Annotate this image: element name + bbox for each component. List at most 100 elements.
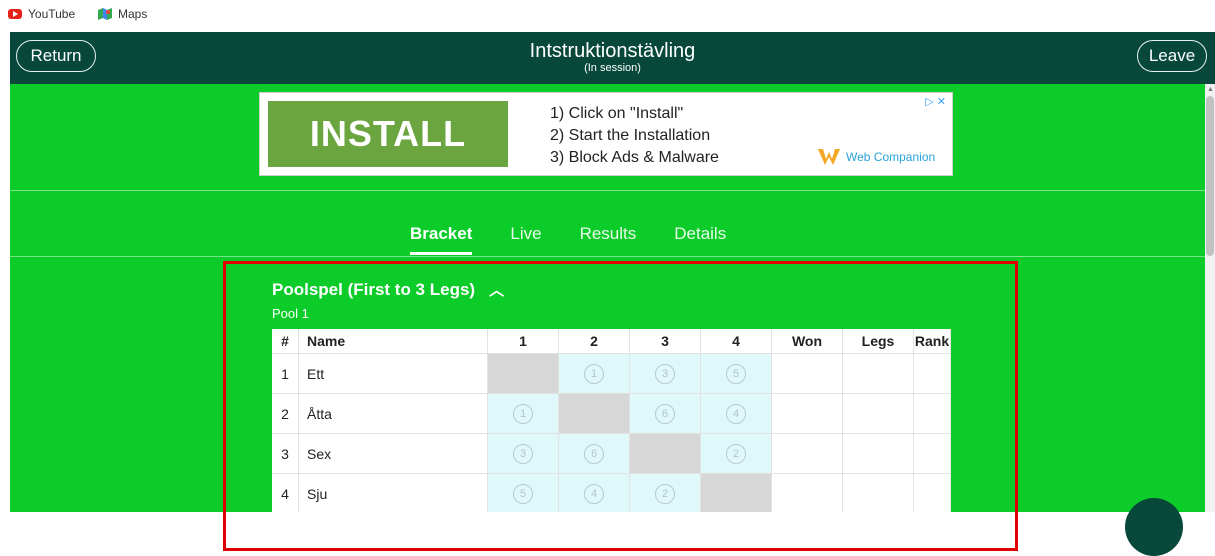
col-header: 3	[629, 329, 701, 354]
match-cell[interactable]: 1	[487, 393, 559, 434]
table-header-row: # Name 1 2 3 4 Won Legs Rank	[272, 329, 951, 354]
player-name: Sju	[298, 473, 488, 512]
match-cell[interactable]: 6	[629, 393, 701, 434]
col-header: Legs	[842, 329, 914, 354]
match-number: 2	[726, 443, 746, 464]
ad-brand-label: Web Companion	[846, 150, 936, 164]
bookmark-label: YouTube	[28, 7, 76, 21]
main-content: INSTALL 1) Click on "Install" 2) Start t…	[10, 84, 1205, 512]
table-row: 4 Sju 5 4 2	[272, 473, 951, 512]
won-cell	[771, 473, 843, 512]
match-number: 6	[584, 443, 604, 464]
rank-cell	[913, 473, 951, 512]
match-number: 1	[513, 403, 533, 424]
session-status: (In session)	[584, 62, 641, 74]
ad-text: 1) Click on "Install" 2) Start the Insta…	[550, 103, 719, 169]
ad-banner[interactable]: INSTALL 1) Click on "Install" 2) Start t…	[259, 92, 953, 176]
tab-details[interactable]: Details	[674, 224, 726, 255]
row-number: 1	[272, 353, 299, 394]
tab-bracket[interactable]: Bracket	[410, 224, 473, 255]
row-number: 2	[272, 393, 299, 434]
app-header: Return Intstruktionstävling (In session)…	[10, 32, 1215, 84]
col-header: Won	[771, 329, 843, 354]
match-cell[interactable]: 3	[629, 353, 701, 394]
floating-action-button[interactable]	[1125, 498, 1183, 556]
match-number: 4	[726, 403, 746, 424]
legs-cell	[842, 433, 914, 474]
maps-icon	[98, 8, 112, 20]
col-header: #	[272, 329, 299, 354]
rank-cell	[913, 393, 951, 434]
bookmark-label: Maps	[118, 7, 148, 21]
ad-line: 2) Start the Installation	[550, 127, 711, 144]
self-cell	[629, 433, 701, 474]
title-block: Intstruktionstävling (In session)	[10, 40, 1215, 74]
section-header[interactable]: Poolspel (First to 3 Legs) ︿	[272, 279, 504, 300]
row-number: 3	[272, 433, 299, 474]
section-title: Poolspel (First to 3 Legs)	[272, 279, 476, 299]
match-cell[interactable]: 4	[558, 473, 630, 512]
ad-line: 1) Click on "Install"	[550, 105, 684, 122]
table-row: 1 Ett 1 3 5	[272, 353, 951, 394]
match-number: 3	[655, 363, 675, 384]
player-name: Sex	[298, 433, 488, 474]
bookmarks-bar: YouTube Maps	[0, 0, 1215, 32]
player-name: Ett	[298, 353, 488, 394]
ad-close-icon[interactable]: ▷ ✕	[925, 95, 946, 108]
pool-table: # Name 1 2 3 4 Won Legs Rank 1 Ett 1 3 5	[272, 329, 951, 512]
scrollbar[interactable]: ▲	[1205, 84, 1215, 512]
match-cell[interactable]: 4	[700, 393, 772, 434]
col-header: 4	[700, 329, 772, 354]
row-number: 4	[272, 473, 299, 512]
col-header: Name	[298, 329, 488, 354]
won-cell	[771, 353, 843, 394]
rank-cell	[913, 353, 951, 394]
self-cell	[700, 473, 772, 512]
table-row: 3 Sex 3 6 2	[272, 433, 951, 474]
bookmark-maps[interactable]: Maps	[98, 7, 147, 21]
col-header: 2	[558, 329, 630, 354]
legs-cell	[842, 353, 914, 394]
won-cell	[771, 433, 843, 474]
self-cell	[558, 393, 630, 434]
match-cell[interactable]: 2	[700, 433, 772, 474]
tab-bar: Bracket Live Results Details	[410, 224, 764, 255]
match-number: 1	[584, 363, 604, 384]
match-cell[interactable]: 6	[558, 433, 630, 474]
match-number: 3	[513, 443, 533, 464]
ad-install-button[interactable]: INSTALL	[268, 101, 508, 167]
scroll-up-icon[interactable]: ▲	[1207, 86, 1214, 93]
tab-live[interactable]: Live	[510, 224, 541, 255]
pool-label: Pool 1	[272, 306, 309, 321]
rank-cell	[913, 433, 951, 474]
won-cell	[771, 393, 843, 434]
match-cell[interactable]: 1	[558, 353, 630, 394]
scroll-thumb[interactable]	[1206, 96, 1214, 256]
match-number: 5	[513, 483, 533, 504]
match-number: 4	[584, 483, 604, 504]
match-cell[interactable]: 5	[700, 353, 772, 394]
legs-cell	[842, 393, 914, 434]
ad-line: 3) Block Ads & Malware	[550, 149, 719, 166]
web-companion-icon	[818, 149, 840, 165]
divider	[10, 256, 1205, 257]
match-number: 5	[726, 363, 746, 384]
table-row: 2 Åtta 1 6 4	[272, 393, 951, 434]
player-name: Åtta	[298, 393, 488, 434]
legs-cell	[842, 473, 914, 512]
tab-results[interactable]: Results	[580, 224, 637, 255]
ad-brand: Web Companion	[818, 149, 935, 165]
bookmark-youtube[interactable]: YouTube	[8, 7, 75, 21]
match-cell[interactable]: 5	[487, 473, 559, 512]
leave-button[interactable]: Leave	[1137, 40, 1207, 72]
match-cell[interactable]: 3	[487, 433, 559, 474]
page-title: Intstruktionstävling	[529, 40, 696, 62]
match-cell[interactable]: 2	[629, 473, 701, 512]
match-number: 2	[655, 483, 675, 504]
self-cell	[487, 353, 559, 394]
youtube-icon	[8, 9, 22, 19]
col-header: Rank	[913, 329, 951, 354]
chevron-up-icon[interactable]: ︿	[489, 279, 504, 300]
match-number: 6	[655, 403, 675, 424]
col-header: 1	[487, 329, 559, 354]
